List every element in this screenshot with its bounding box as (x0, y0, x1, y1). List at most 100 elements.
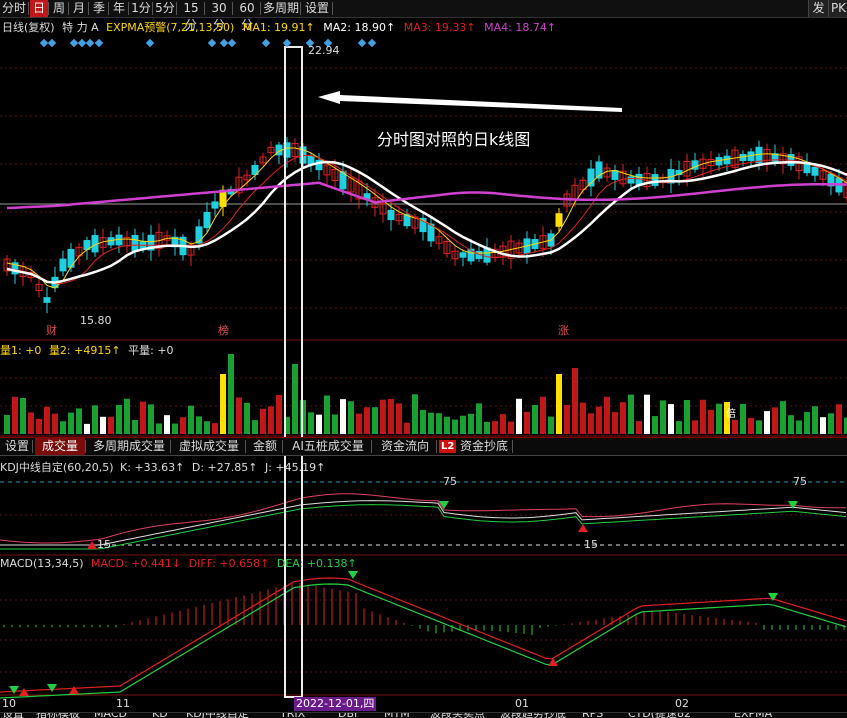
kdj-level-15a: 15 (97, 538, 111, 551)
volume-bar (108, 416, 114, 434)
volume-bar (644, 394, 650, 434)
bottom-tab-11[interactable]: CYD(提速82 (628, 713, 691, 718)
x-month-3: 01 (515, 697, 529, 710)
down-arrow-icon (47, 684, 57, 692)
callout-arrow (318, 91, 622, 112)
volume-bar (420, 409, 426, 434)
signal-diamond (39, 38, 49, 48)
volume-bar (548, 416, 554, 434)
volume-bar (236, 397, 242, 434)
volume-bar (788, 415, 794, 434)
volume-bar (340, 399, 346, 434)
volume-bar (820, 417, 826, 434)
volume-bar (828, 413, 834, 434)
volume-bar (460, 415, 466, 434)
volume-bar (564, 404, 570, 434)
indicator-template-bar: 设置 指标模板 MACD KD KDJ中线自定 TRIX DBI MTM 波段买卖点 波段趋势抄底… (0, 712, 847, 718)
volume-bar (588, 413, 594, 434)
volume-bar (660, 400, 666, 434)
tab-3[interactable]: 虚拟成交量 (173, 438, 245, 455)
signal-diamond (227, 38, 237, 48)
macd-diff-line (0, 577, 847, 693)
bottom-tab-6[interactable]: DBI (338, 713, 357, 718)
macd-value: MACD: +0.441↓ (91, 557, 182, 570)
volume-bar (356, 413, 362, 434)
volume-bar (764, 411, 770, 434)
macd-name[interactable]: MACD(13,34,5) (0, 557, 84, 570)
bottom-tab-9[interactable]: 波段趋势抄底 (500, 713, 566, 718)
bottom-tab-0[interactable]: 设置 (2, 713, 24, 718)
volume-bar (428, 412, 434, 434)
volume-bar (332, 414, 338, 434)
volume-bar (556, 374, 562, 434)
volume-bar (692, 420, 698, 434)
bottom-tab-1[interactable]: 指标模板 (36, 713, 80, 718)
tab-separator (436, 440, 437, 453)
volume-bar (620, 402, 626, 434)
volume-bar (388, 398, 394, 434)
tab-2[interactable]: 多周期成交量 (88, 438, 170, 455)
tab-6[interactable]: 资金流向 (374, 438, 436, 455)
candle-body (43, 297, 51, 303)
volume-bar (476, 403, 482, 434)
callout-text: 分时图对照的日k线图 (377, 130, 531, 149)
volume-bar (804, 412, 810, 434)
volume-bar (612, 412, 618, 434)
marker-cai: 财 (46, 324, 57, 337)
volume-bar (84, 423, 90, 434)
decorations (39, 38, 622, 698)
signal-diamond (219, 38, 229, 48)
bottom-tab-4[interactable]: KDJ中线自定 (186, 713, 249, 718)
tab-4[interactable]: 金额 (248, 438, 282, 455)
bottom-tab-12[interactable]: EXPMA (734, 713, 772, 718)
chart-canvas[interactable] (0, 0, 847, 718)
down-arrow-icon (9, 686, 19, 694)
signal-diamond (357, 38, 367, 48)
volume-bar (716, 403, 722, 434)
candle-body (651, 174, 659, 186)
kdj-name[interactable]: KDJ中线自定(60,20,5) (0, 461, 114, 474)
volume-bar (452, 419, 458, 434)
tab-separator (85, 440, 86, 453)
kdj-k-line (0, 500, 847, 546)
kdj-k-value: K: +33.63↑ (120, 461, 185, 474)
signal-diamond (77, 38, 87, 48)
volume-bar (404, 422, 410, 434)
candle-body (203, 211, 211, 229)
tab-7[interactable]: 资金抄底 (456, 438, 512, 455)
signal-diamond (69, 38, 79, 48)
volume-bar (604, 396, 610, 434)
bottom-tab-8[interactable]: 波段买卖点 (430, 713, 485, 718)
l2-badge: L2 (439, 440, 457, 453)
candle-body (387, 209, 395, 221)
tab-0[interactable]: 设置 (2, 438, 32, 455)
bottom-tab-5[interactable]: TRIX (280, 713, 305, 718)
volume-bar (36, 418, 42, 434)
volume-bar (260, 408, 266, 434)
tab-separator (245, 440, 246, 453)
diff-value: DIFF: +0.658↑ (188, 557, 270, 570)
kdj-legend: KDJ中线自定(60,20,5) K: +33.63↑ D: +27.85↑ J… (0, 459, 325, 475)
marker-bei: 倍 (726, 409, 736, 420)
stock-chart-app: { "periods": ["分时","日","周","月","季","年","… (0, 0, 847, 718)
volume-bar (636, 421, 642, 434)
bottom-tab-2[interactable]: MACD (94, 713, 127, 718)
volume-bar (700, 399, 706, 434)
signal-diamond (85, 38, 95, 48)
volume-bar (444, 416, 450, 434)
bottom-tab-7[interactable]: MTM (384, 713, 410, 718)
volume-bar (68, 412, 74, 434)
up-arrow-icon (69, 686, 79, 694)
flat-value: +0 (157, 344, 174, 357)
down-arrow-icon (348, 571, 358, 579)
tab-5[interactable]: AI五桩成交量 (285, 438, 371, 455)
high-price-label: 22.94 (308, 44, 340, 57)
volume-bar (500, 414, 506, 434)
signal-diamond (261, 38, 271, 48)
candle-body (611, 170, 619, 180)
tab-1[interactable]: 成交量 (35, 438, 85, 455)
volume-bar (4, 414, 10, 434)
volume-bar (180, 417, 186, 434)
bottom-tab-10[interactable]: RPS (582, 713, 603, 718)
bottom-tab-3[interactable]: KD (152, 713, 168, 718)
